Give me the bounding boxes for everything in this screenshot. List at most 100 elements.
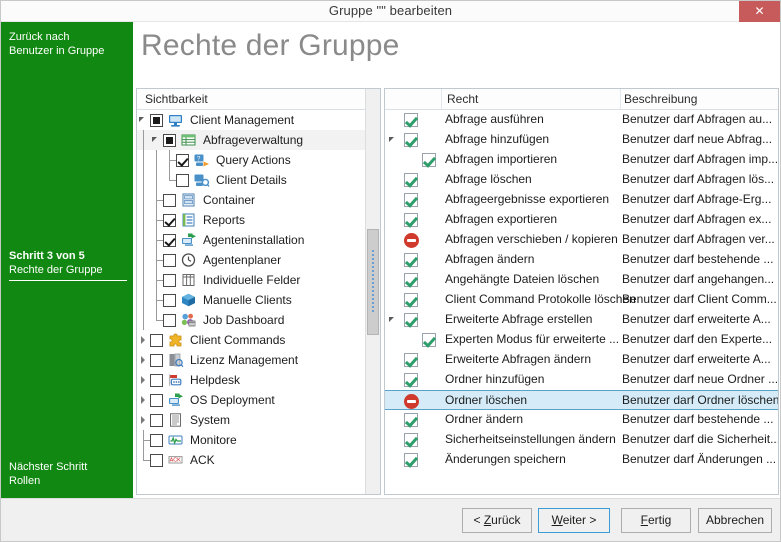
cancel-button[interactable]: Abbrechen [698,508,772,533]
permission-allow-icon[interactable] [404,433,418,450]
tree-checkbox[interactable] [163,193,176,207]
tree-checkbox[interactable] [150,433,163,447]
tree-scrollbar-thumb[interactable] [367,229,379,335]
license-icon [167,352,185,368]
tree-row[interactable]: Monitore [137,430,380,450]
rights-row[interactable]: Abfragen importieren Benutzer darf Abfrag… [385,150,778,170]
permission-allow-icon[interactable] [404,173,418,190]
tree-checkbox[interactable] [176,173,189,187]
tree-checkbox[interactable] [150,113,163,127]
tree-row[interactable]: Client Details [137,170,380,190]
tree-expander-icon[interactable] [137,350,150,370]
rights-row[interactable]: Abfrageergebnisse exportieren Benutzer da… [385,190,778,210]
permission-allow-icon[interactable] [404,273,418,290]
permission-allow-icon[interactable] [422,153,436,170]
tree-row[interactable]: Helpdesk [137,370,380,390]
permission-allow-icon[interactable] [404,373,418,390]
back-button[interactable]: < Zurück [462,508,532,533]
visibility-tree[interactable]: Client Management Abfrageverwaltung? Query… [137,110,380,494]
tree-expander-icon[interactable] [150,130,163,150]
permission-allow-icon[interactable] [404,193,418,210]
permission-allow-icon[interactable] [404,213,418,230]
tree-checkbox[interactable] [150,333,163,347]
tree-checkbox[interactable] [163,133,176,147]
rights-row[interactable]: Experten Modus für erweiterte ... Benutze… [385,330,778,350]
tree-checkbox[interactable] [150,413,163,427]
rights-list[interactable]: Abfrage ausführen Benutzer darf Abfragen … [385,110,778,494]
rights-row[interactable]: Änderungen speichern Benutzer darf Änderu… [385,450,778,470]
rights-expander-icon[interactable] [389,137,394,142]
next-step-name: Rollen [9,475,41,487]
tree-checkbox[interactable] [163,233,176,247]
permission-allow-icon[interactable] [404,413,418,430]
tree-checkbox[interactable] [150,373,163,387]
rights-row[interactable]: Client Command Protokolle löschen Benutze… [385,290,778,310]
tree-checkbox[interactable] [150,393,163,407]
tree-row[interactable]: ACK ACK [137,450,380,470]
rights-expander-icon[interactable] [389,317,394,322]
rights-row[interactable]: Angehängte Dateien löschen Benutzer darf … [385,270,778,290]
rights-row[interactable]: Abfrage löschen Benutzer darf Abfragen lö… [385,170,778,190]
tree-checkbox[interactable] [150,353,163,367]
tree-expander-icon[interactable] [137,370,150,390]
tree-row[interactable]: Client Commands [137,330,380,350]
tree-expander-icon[interactable] [137,390,150,410]
rights-row[interactable]: Erweiterte Abfragen ändern Benutzer darf … [385,350,778,370]
permission-allow-icon[interactable] [404,293,418,310]
permission-deny-icon[interactable] [404,233,419,251]
rights-row[interactable]: Ordner hinzufügen Benutzer darf neue Ordn… [385,370,778,390]
tree-row[interactable]: Individuelle Felder [137,270,380,290]
rights-row[interactable]: Abfragen ändern Benutzer darf bestehende … [385,250,778,270]
rights-row[interactable]: Ordner löschen Benutzer darf Ordner lösch… [385,390,778,410]
rights-row[interactable]: Erweiterte Abfrage erstellen Benutzer dar… [385,310,778,330]
right-description: Benutzer darf erweiterte A... [622,352,771,366]
tree-checkbox[interactable] [163,293,176,307]
close-icon[interactable]: ✕ [739,1,780,22]
tree-row[interactable]: Reports [137,210,380,230]
tree-row[interactable]: Container [137,190,380,210]
next-button[interactable]: Weiter > [538,508,610,533]
tree-row[interactable]: ? Query Actions [137,150,380,170]
rights-row[interactable]: Ordner ändern Benutzer darf bestehende ..… [385,410,778,430]
ack-icon: ACK [167,452,185,468]
tree-expander-icon[interactable] [137,410,150,430]
tree-checkbox[interactable] [176,153,189,167]
tree-row[interactable]: System [137,410,380,430]
tree-row[interactable]: Abfrageverwaltung [137,130,380,150]
rights-row[interactable]: Abfragen verschieben / kopieren Benutzer … [385,230,778,250]
permission-allow-icon[interactable] [404,353,418,370]
right-description: Benutzer darf erweiterte A... [622,312,771,326]
permission-allow-icon[interactable] [404,113,418,130]
finish-button[interactable]: Fertig [621,508,691,533]
back-to-users-link[interactable]: Zurück nach Benutzer in Gruppe [9,30,127,58]
permission-allow-icon[interactable] [404,453,418,470]
tree-checkbox[interactable] [163,213,176,227]
tree-row[interactable]: OS Deployment [137,390,380,410]
tree-checkbox[interactable] [163,253,176,267]
permission-allow-icon[interactable] [404,133,418,150]
right-description: Benutzer darf neue Ordner ... [622,372,778,386]
tree-checkbox[interactable] [163,313,176,327]
header-divider-mid [620,89,621,109]
tree-expander-icon[interactable] [137,330,150,350]
tree-row[interactable]: Agentenplaner [137,250,380,270]
permission-allow-icon[interactable] [404,253,418,270]
tree-expander-icon[interactable] [137,110,150,130]
column-header-right: Recht [447,92,479,106]
rights-row[interactable]: Abfragen exportieren Benutzer darf Abfrag… [385,210,778,230]
tree-vertical-scrollbar[interactable] [365,89,380,494]
permission-allow-icon[interactable] [422,333,436,350]
permission-allow-icon[interactable] [404,313,418,330]
rights-row[interactable]: Abfrage ausführen Benutzer darf Abfragen … [385,110,778,130]
tree-checkbox[interactable] [150,453,163,467]
tree-row[interactable]: Lizenz Management [137,350,380,370]
rights-row[interactable]: Abfrage hinzufügen Benutzer darf neue Abf… [385,130,778,150]
current-step-indicator: Schritt 3 von 5 Rechte der Gruppe [9,249,127,281]
rights-row[interactable]: Sicherheitseinstellungen ändern Benutzer … [385,430,778,450]
tree-row[interactable]: Job Dashboard [137,310,380,330]
right-description: Benutzer darf angehangen... [622,272,775,286]
tree-checkbox[interactable] [163,273,176,287]
tree-row[interactable]: Agenteninstallation [137,230,380,250]
tree-row[interactable]: Manuelle Clients [137,290,380,310]
tree-row[interactable]: Client Management [137,110,380,130]
